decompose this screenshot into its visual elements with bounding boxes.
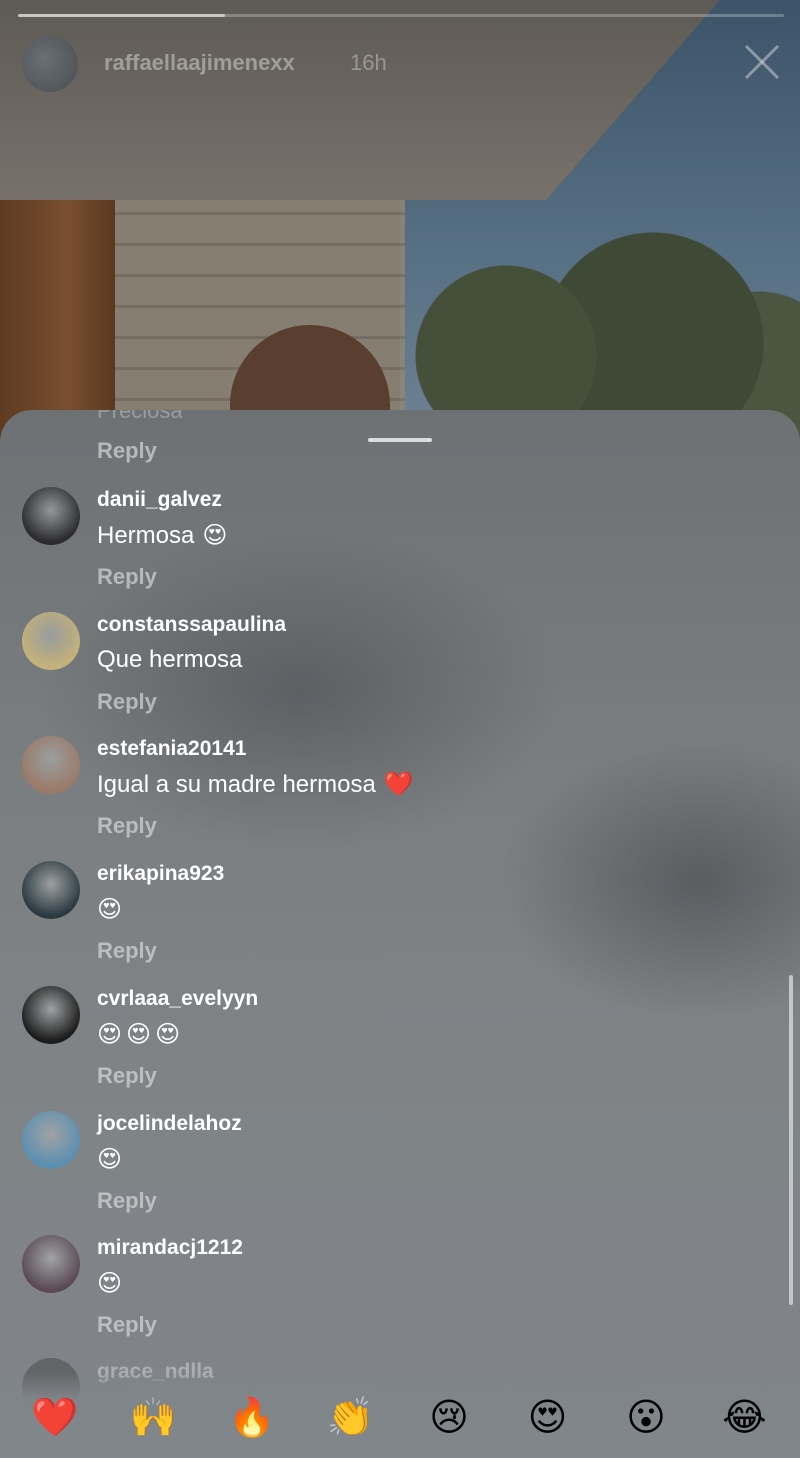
reply-button[interactable]: Reply (97, 1063, 157, 1089)
comment-username[interactable]: cvrlaaa_evelyyn (97, 987, 258, 1011)
avatar[interactable] (22, 1110, 80, 1169)
reply-button[interactable]: Reply (97, 813, 157, 839)
comment-username[interactable]: constanssapaulina (97, 613, 286, 637)
comment-body: Hermosa (97, 522, 195, 549)
story-avatar[interactable] (22, 36, 78, 92)
reply-button[interactable]: Reply (97, 689, 157, 715)
reply-button[interactable]: Reply (97, 938, 157, 964)
heart-eyes-icon: 😍 (97, 1144, 123, 1173)
heart-eyes-reaction-button[interactable]: 😍 (523, 1392, 573, 1442)
avatar[interactable] (22, 985, 80, 1044)
comments-sheet[interactable]: Preciosa Reply danii_galvez Hermosa 😍 Reply… (0, 410, 800, 1458)
comment-text: Hermosa 😍 (97, 521, 227, 550)
comment-body: Que hermosa (97, 645, 243, 673)
heart-eyes-icon: 😍 (155, 1019, 181, 1048)
astonished-face-reaction-button[interactable]: 😮 (621, 1392, 671, 1442)
comment-username[interactable]: estefania20141 (97, 737, 246, 761)
comment-text: 😍 (97, 895, 122, 924)
avatar[interactable] (22, 487, 80, 545)
comment-text: Igual a su madre hermosa ❤️ (97, 770, 414, 799)
red-heart-icon: ❤️ (383, 770, 414, 799)
comment-item: erikapina923 😍 Reply (0, 861, 800, 985)
comment-item: estefania20141 Igual a su madre hermosa ❤️… (0, 736, 800, 860)
story-username[interactable]: raffaellaajimenexx (104, 50, 295, 76)
reply-button[interactable]: Reply (97, 1188, 157, 1214)
partial-comment-text: Preciosa (97, 410, 183, 423)
comment-text: 😍 😍 😍 (97, 1020, 180, 1049)
comment-username[interactable]: mirandacj1212 (97, 1236, 243, 1260)
heart-eyes-icon: 😍 (126, 1019, 152, 1048)
comment-item: constanssapaulina Que hermosa Reply (0, 611, 800, 736)
comment-body: Igual a su madre hermosa (97, 771, 376, 799)
avatar[interactable] (22, 1235, 80, 1294)
reply-button[interactable]: Reply (97, 1312, 157, 1338)
raising-hands-reaction-button[interactable]: 🙌 (129, 1392, 179, 1442)
comment-item: mirandacj1212 😍 Reply (0, 1235, 800, 1359)
fire-reaction-button[interactable]: 🔥 (227, 1392, 277, 1442)
heart-eyes-icon: 😍 (97, 1269, 123, 1298)
heart-eyes-icon: 😍 (97, 1019, 123, 1048)
comment-text: 😍 (97, 1145, 122, 1174)
story-time: 16h (350, 50, 387, 75)
story-progress-bar (18, 14, 784, 17)
quick-reactions-bar: ❤️ 🙌 🔥 👏 😢 😍 😮 😂 (0, 1372, 800, 1458)
comment-username[interactable]: erikapina923 (97, 862, 224, 886)
close-icon (744, 44, 780, 80)
comment-item: cvrlaaa_evelyyn 😍 😍 😍 Reply (0, 985, 800, 1110)
story-progress-fill (18, 14, 225, 17)
avatar[interactable] (22, 861, 80, 920)
avatar[interactable] (22, 736, 80, 795)
heart-eyes-icon: 😍 (97, 895, 123, 924)
close-button[interactable] (740, 40, 784, 84)
reply-button[interactable]: Reply (97, 564, 157, 590)
comment-username[interactable]: jocelindelahoz (97, 1112, 242, 1136)
comment-item: danii_galvez Hermosa 😍 Reply (0, 487, 800, 611)
sheet-drag-handle[interactable] (368, 438, 432, 442)
clapping-hands-reaction-button[interactable]: 👏 (326, 1392, 376, 1442)
comment-text: 😍 (97, 1269, 122, 1298)
scrollbar[interactable] (789, 975, 793, 1305)
reply-button[interactable]: Reply (97, 438, 157, 464)
red-heart-reaction-button[interactable]: ❤️ (30, 1392, 80, 1442)
comment-item: jocelindelahoz 😍 Reply (0, 1110, 800, 1235)
avatar[interactable] (22, 611, 80, 670)
crying-face-reaction-button[interactable]: 😢 (424, 1392, 474, 1442)
comment-text: Que hermosa (97, 646, 242, 674)
comment-username[interactable]: danii_galvez (97, 488, 222, 512)
heart-eyes-icon: 😍 (202, 521, 228, 549)
tears-of-joy-reaction-button[interactable]: 😂 (720, 1392, 770, 1442)
